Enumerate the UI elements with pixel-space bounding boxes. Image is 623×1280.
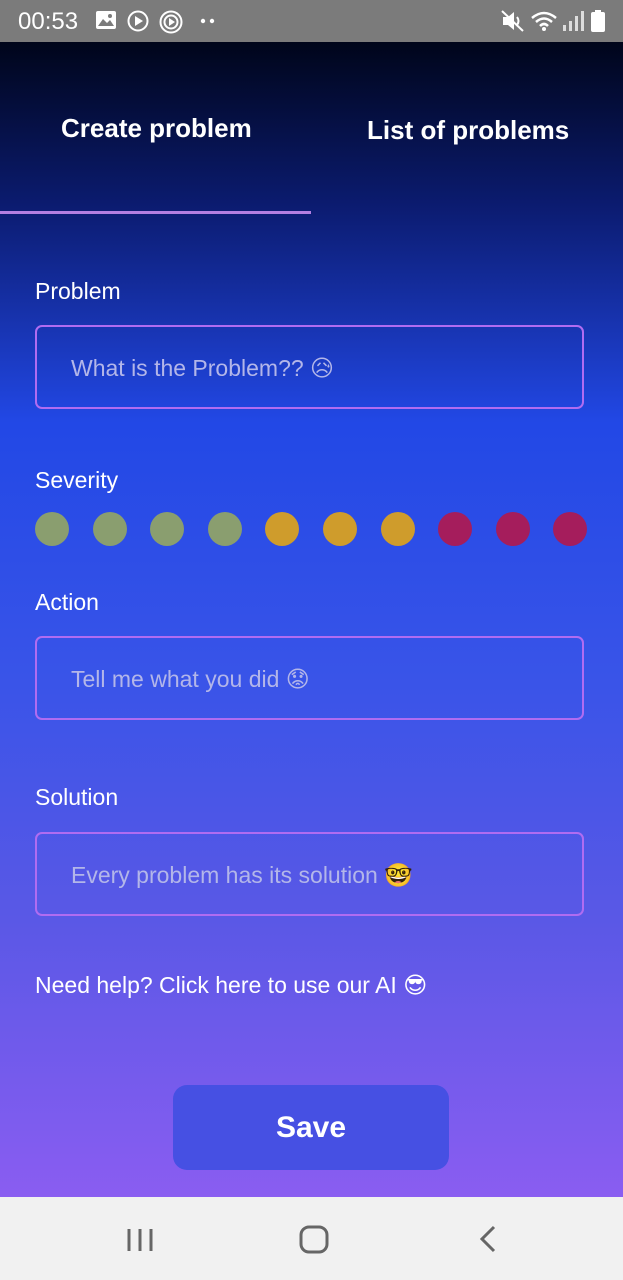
severity-label: Severity [35,467,119,493]
problem-input[interactable] [69,327,553,409]
severity-dot-4[interactable] [207,512,242,546]
severity-dot-1[interactable] [35,512,69,546]
solution-field-box [35,832,584,916]
more-dots-icon [200,18,215,24]
battery-icon [591,10,605,32]
status-bar: 00:53 [0,0,623,42]
save-button[interactable]: Save [173,1085,449,1170]
signal-icon [563,11,584,31]
solution-label: Solution [35,784,119,810]
severity-dot-10[interactable] [553,512,588,546]
tab-create-problem[interactable]: Create problem [61,113,252,144]
home-icon[interactable] [298,1219,330,1259]
image-icon [96,11,116,29]
severity-dot-2[interactable] [92,512,127,546]
mute-icon [501,10,524,32]
app-screen: Create problem List of problems Problem … [0,42,623,1197]
active-tab-indicator [0,211,311,214]
problem-label: Problem [35,278,121,304]
play-icon [127,10,149,32]
severity-dot-5[interactable] [265,512,300,546]
severity-dot-9[interactable] [495,512,530,546]
action-field-box [35,636,584,720]
tab-list-of-problems[interactable]: List of problems [367,115,569,146]
back-icon[interactable] [476,1219,500,1259]
severity-dot-7[interactable] [380,512,415,546]
severity-dot-3[interactable] [150,512,185,546]
action-label: Action [35,589,99,615]
recent-apps-icon[interactable] [126,1219,154,1259]
solution-input[interactable] [69,834,553,916]
ai-help-link[interactable]: Need help? Click here to use our AI 😎 [35,972,427,999]
wifi-icon [531,11,557,31]
problem-field-box [35,325,584,409]
severity-dot-6[interactable] [323,512,357,546]
action-input[interactable] [69,638,553,720]
radio-icon [159,10,183,34]
system-nav-bar [0,1197,623,1280]
severity-dot-8[interactable] [438,512,473,546]
status-time: 00:53 [18,8,79,35]
